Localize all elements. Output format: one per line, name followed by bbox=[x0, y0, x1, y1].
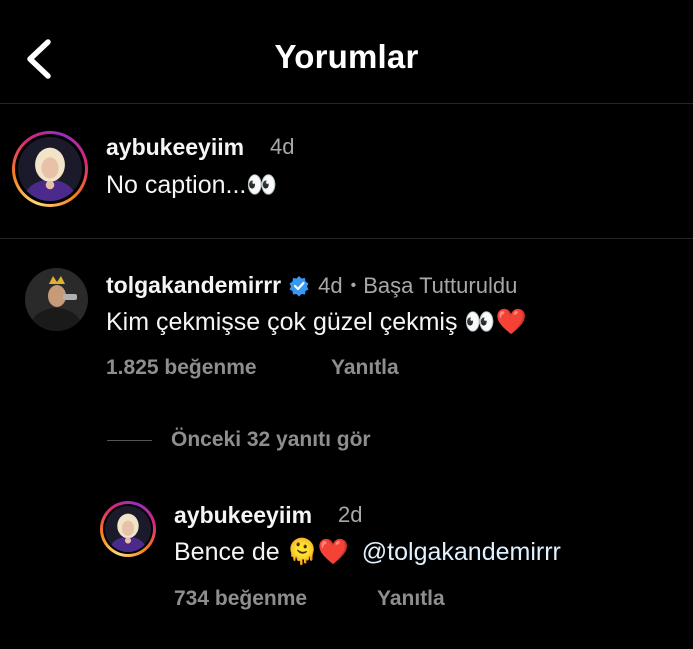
caption-timestamp: 4d bbox=[270, 134, 295, 159]
pinned-label: Başa Tutturuldu bbox=[363, 272, 518, 298]
comment-text: Kim çekmişse çok güzel çekmiş 👀❤️ bbox=[106, 308, 527, 336]
reply-username[interactable]: aybukeeyiim bbox=[174, 502, 312, 529]
caption-username[interactable]: aybukeeyiim bbox=[106, 134, 244, 161]
comment-username[interactable]: tolgakandemirrr bbox=[106, 272, 281, 299]
avatar-caption[interactable] bbox=[12, 131, 88, 207]
mention-link[interactable]: @tolgakandemirrr bbox=[362, 538, 561, 566]
comment-timestamp: 4d bbox=[318, 272, 343, 298]
comment-likes[interactable]: 1.825 beğenme bbox=[106, 356, 257, 380]
reply-text: Bence de 🫠❤️ @tolgakandemirrr bbox=[174, 538, 561, 567]
avatar-reply[interactable] bbox=[100, 501, 156, 557]
reply-likes[interactable]: 734 beğenme bbox=[174, 587, 307, 611]
reply-text-prefix: Bence de 🫠❤️ bbox=[174, 538, 349, 566]
view-previous-replies-button[interactable]: Önceki 32 yanıtı gör bbox=[171, 428, 371, 452]
reply-reply-button[interactable]: Yanıtla bbox=[377, 587, 445, 611]
separator-dot: • bbox=[350, 276, 357, 294]
page-title: Yorumlar bbox=[274, 38, 419, 75]
comment-reply-button[interactable]: Yanıtla bbox=[331, 356, 399, 380]
comment-meta-row: tolgakandemirrr 4d • Başa Tutturuldu bbox=[106, 272, 517, 299]
verified-badge-icon bbox=[288, 275, 310, 297]
caption-text: No caption...👀 bbox=[106, 171, 278, 199]
avatar-comment[interactable] bbox=[25, 268, 88, 331]
replies-line bbox=[107, 440, 152, 441]
reply-timestamp: 2d bbox=[338, 502, 363, 527]
divider bbox=[0, 238, 693, 239]
